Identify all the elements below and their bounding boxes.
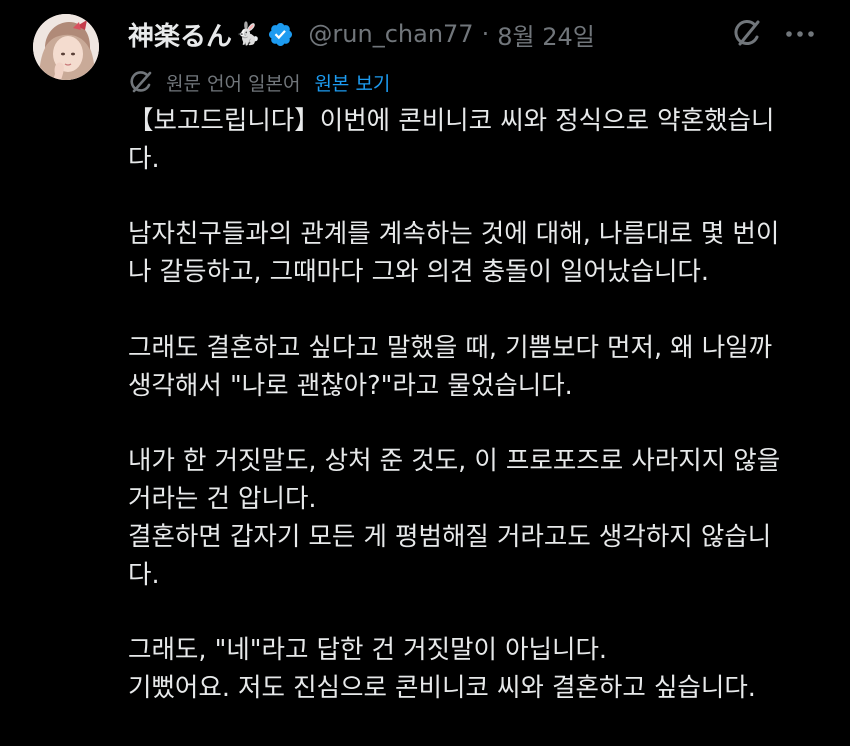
tweet-text-line <box>128 179 828 217</box>
separator-dot: · <box>481 20 490 48</box>
tweet-text-line <box>128 405 828 443</box>
translate-icon <box>130 71 152 93</box>
tweet-text-line: 다. <box>128 559 160 590</box>
show-original-link[interactable]: 원본 보기 <box>314 69 390 96</box>
verified-badge-icon <box>269 22 293 46</box>
tweet-text-line <box>128 594 828 632</box>
avatar[interactable] <box>33 14 99 80</box>
tweet-text-line: 기뻤어요. 저도 진심으로 콘비니코 씨와 결혼하고 싶습니다. <box>128 672 756 703</box>
tweet-text-line: 결혼하면 갑자기 모든 게 평범해질 거라고도 생각하지 않습니 <box>128 521 772 552</box>
more-icon[interactable] <box>780 20 820 48</box>
handle[interactable]: @run_chan77 <box>308 20 473 48</box>
tweet-text-line: 다. <box>128 143 160 174</box>
tweet-text-line: 나 갈등하고, 그때마다 그와 의견 충돌이 일어났습니다. <box>128 257 709 288</box>
translation-note: 원문 언어 일본어 <box>166 72 301 95</box>
tweet-text-line: 내가 한 거짓말도, 상처 준 것도, 이 프로포즈로 사라지지 않을 <box>128 446 781 477</box>
tweet-text-line: 생각해서 "나로 괜찮아?"라고 물었습니다. <box>128 370 573 401</box>
avatar-image <box>33 14 99 80</box>
tweet-text-line: 그래도 결혼하고 싶다고 말했을 때, 기쁨보다 먼저, 왜 나일까 <box>128 332 773 363</box>
tweet-date[interactable]: 8월 24일 <box>497 17 595 52</box>
tweet-text-line <box>128 292 828 330</box>
tweet-text: 【보고드립니다】이번에 콘비니코 씨와 정식으로 약혼했습니 다. 남자친구들과… <box>128 103 828 708</box>
rabbit-emoji: 🐇 <box>234 21 262 47</box>
translation-row: 원문 언어 일본어 원본 보기 <box>128 66 390 98</box>
tweet-text-line: 거라는 건 압니다. <box>128 483 317 514</box>
tweet-text-line: 그래도, "네"라고 답한 건 거짓말이 아닙니다. <box>128 635 608 666</box>
grok-icon[interactable] <box>731 17 763 49</box>
tweet-text-line: 남자친구들과의 관계를 계속하는 것에 대해, 나름대로 몇 번이 <box>128 219 780 250</box>
tweet-text-line: 【보고드립니다】이번에 콘비니코 씨와 정식으로 약혼했습니 <box>128 106 775 136</box>
tweet-header: 神楽るん 🐇 @run_chan77 · 8월 24일 <box>128 14 595 54</box>
display-name[interactable]: 神楽るん <box>128 16 232 53</box>
